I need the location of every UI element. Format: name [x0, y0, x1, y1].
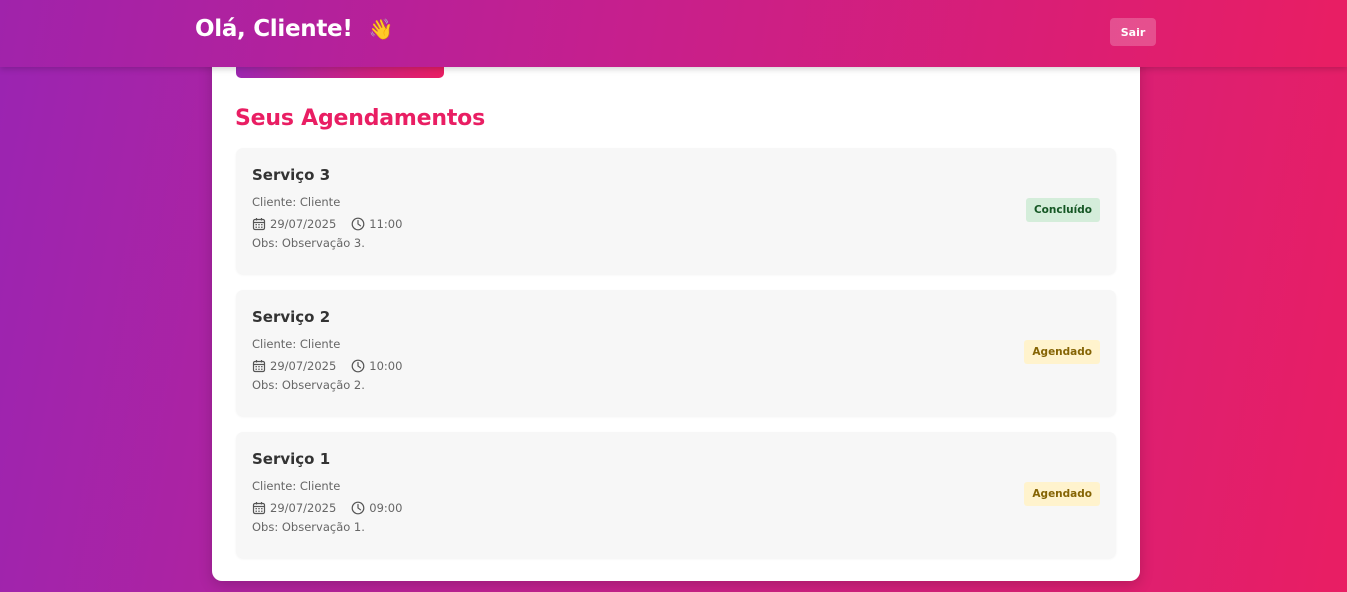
- logout-button[interactable]: Sair: [1110, 18, 1156, 46]
- appointment-date: 29/07/2025: [270, 359, 337, 373]
- section-title: Seus Agendamentos: [235, 106, 485, 131]
- appointment-notes: Obs: Observação 2.: [252, 378, 365, 392]
- appointment-time: 09:00: [369, 501, 403, 515]
- wave-icon: 👋: [368, 17, 394, 41]
- appointment-datetime: 29/07/2025 11:00: [252, 217, 402, 231]
- appointment-date: 29/07/2025: [270, 501, 337, 515]
- client-name: Cliente: Cliente: [252, 337, 341, 351]
- client-name: Cliente: Cliente: [252, 479, 341, 493]
- calendar-icon: [252, 502, 266, 515]
- status-badge: Agendado: [1024, 340, 1100, 364]
- calendar-icon: [252, 360, 266, 373]
- appointment-card: Serviço 1 Cliente: Cliente 29/07/2025 09…: [236, 432, 1116, 558]
- service-name: Serviço 1: [252, 450, 331, 468]
- status-badge: Concluído: [1025, 198, 1100, 222]
- appointment-card: Serviço 3 Cliente: Cliente 29/07/2025 11…: [236, 148, 1116, 274]
- clock-icon: [351, 501, 365, 515]
- clock-icon: [351, 217, 365, 231]
- top-bar: Olá, Cliente! 👋 Sair: [0, 0, 1347, 67]
- appointment-notes: Obs: Observação 1.: [252, 520, 365, 534]
- service-name: Serviço 3: [252, 166, 331, 184]
- appointment-card: Serviço 2 Cliente: Cliente 29/07/2025 10…: [236, 290, 1116, 416]
- calendar-icon: [252, 218, 266, 231]
- greeting: Olá, Cliente! 👋: [195, 16, 393, 42]
- client-name: Cliente: Cliente: [252, 195, 341, 209]
- clock-icon: [351, 359, 365, 373]
- greeting-text: Olá, Cliente!: [195, 16, 353, 42]
- service-name: Serviço 2: [252, 308, 331, 326]
- appointment-datetime: 29/07/2025 09:00: [252, 501, 402, 515]
- status-badge: Agendado: [1024, 482, 1100, 506]
- appointment-datetime: 29/07/2025 10:00: [252, 359, 402, 373]
- appointment-notes: Obs: Observação 3.: [252, 236, 365, 250]
- appointment-date: 29/07/2025: [270, 217, 337, 231]
- appointment-time: 11:00: [369, 217, 403, 231]
- appointment-time: 10:00: [369, 359, 403, 373]
